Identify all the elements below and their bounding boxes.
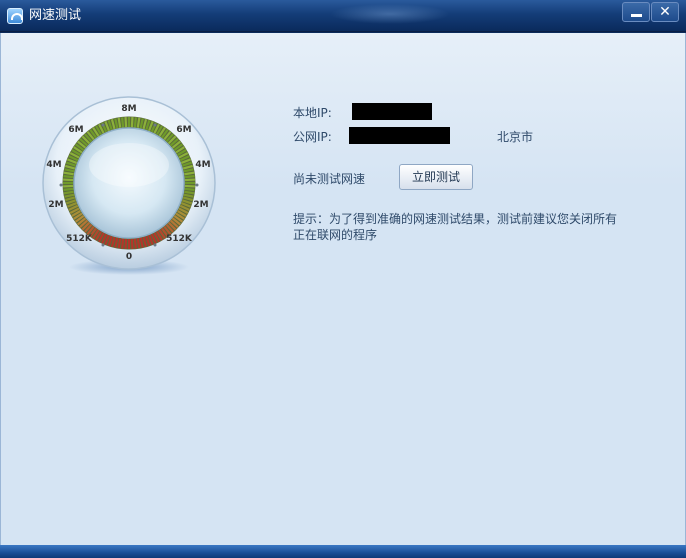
gauge-segment [117, 117, 122, 128]
main-panel: 8M 6M 6M 4M 4M 2M 2M 512K 512K 0 本地IP: 公… [0, 33, 686, 545]
gauge-segment [184, 190, 195, 195]
gauge-segment [63, 184, 74, 188]
tick-label: 4M [195, 160, 210, 170]
gauge-segment [121, 117, 125, 128]
tick-dot [153, 123, 157, 127]
title-bar-glow [330, 4, 450, 24]
gauge-segment [184, 184, 195, 188]
gauge-segment [136, 117, 141, 128]
status-text: 尚未测试网速 [293, 172, 366, 186]
public-ip-label: 公网IP: [293, 130, 332, 144]
tick-dot [195, 183, 199, 187]
gauge-segment [124, 238, 128, 249]
gauge-segment [63, 171, 74, 176]
tick-dot [59, 183, 63, 187]
minimize-button[interactable] [622, 2, 650, 22]
start-test-button[interactable]: 立即测试 [399, 164, 473, 190]
gauge-segment [121, 238, 125, 249]
gauge-segment [117, 238, 122, 249]
local-ip-value [352, 103, 432, 120]
gauge-segment [184, 178, 195, 182]
tick-dot [101, 243, 105, 247]
tick-label: 512K [66, 234, 93, 244]
tick-dot [153, 243, 157, 247]
gauge-segment [130, 238, 134, 249]
gauge-segment [184, 175, 195, 179]
local-ip-label: 本地IP: [293, 106, 332, 120]
tick-label: 4M [46, 160, 61, 170]
gauge-segment [63, 178, 74, 182]
tick-label: 2M [193, 200, 208, 210]
tick-label: 512K [166, 234, 193, 244]
tick-label: 6M [68, 125, 83, 135]
tick-label: 6M [176, 125, 191, 135]
public-ip-value [349, 127, 450, 144]
close-icon: ✕ [659, 4, 671, 20]
app-icon [7, 8, 23, 24]
gauge-segment [133, 117, 137, 128]
gauge-segment [136, 238, 141, 249]
gauge-segment [63, 187, 74, 191]
speed-gauge: 8M 6M 6M 4M 4M 2M 2M 512K 512K 0 [42, 96, 216, 275]
tick-label: 2M [48, 200, 63, 210]
footer-bar [0, 545, 686, 558]
gauge-segment [133, 238, 137, 249]
title-bar[interactable]: 网速测试 ✕ [0, 0, 686, 32]
gauge-highlight [89, 143, 169, 187]
close-button[interactable]: ✕ [651, 2, 679, 22]
gauge-segment [63, 175, 74, 179]
tick-label: 0 [126, 252, 132, 262]
minimize-icon [631, 14, 642, 17]
gauge-segment [184, 187, 195, 191]
gauge-segment [130, 117, 134, 128]
window-title: 网速测试 [29, 8, 82, 23]
location-label: 北京市 [497, 130, 534, 144]
tick-dot [101, 123, 105, 127]
gauge-segment [124, 117, 128, 128]
tick-label: 8M [121, 104, 136, 114]
tip-text: 提示：为了得到准确的网速测试结果，测试前建议您关闭所有正在联网的程序 [293, 212, 618, 242]
gauge-segment [63, 190, 74, 195]
gauge-segment [184, 171, 195, 176]
